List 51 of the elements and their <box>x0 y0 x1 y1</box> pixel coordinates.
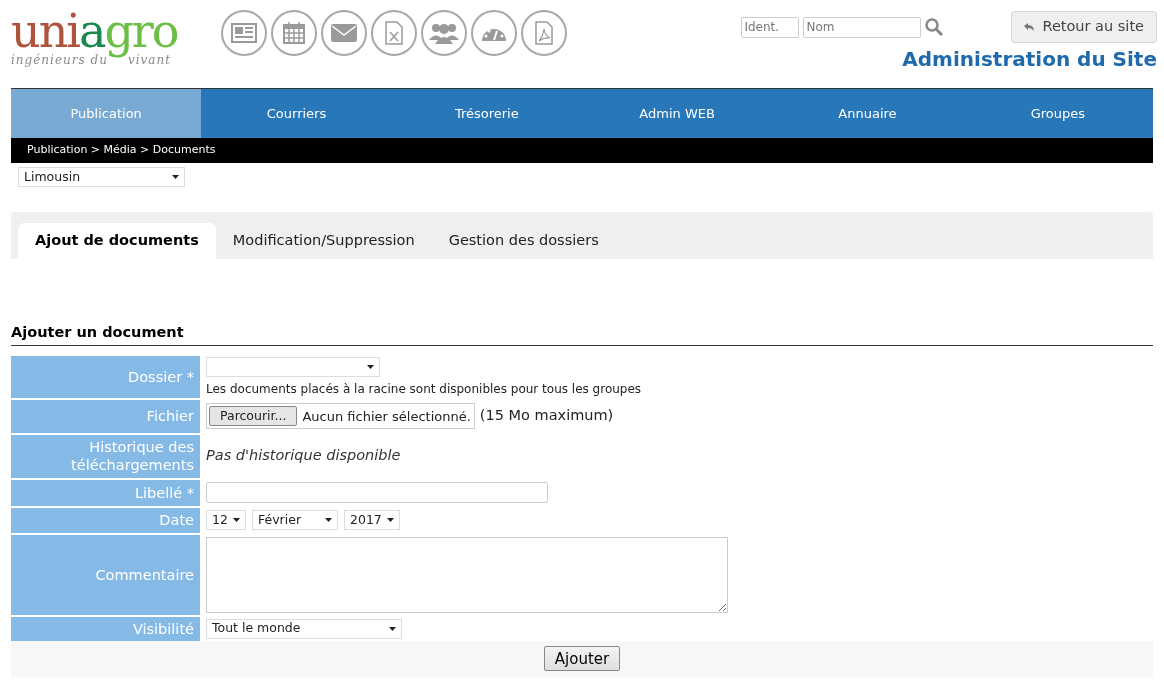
hint-text: Les documents placés à la racine sont disponibles pour tous les groupes <box>206 381 642 399</box>
back-arrow-icon <box>1024 23 1035 31</box>
caret-icon <box>233 518 240 523</box>
pdf-file-icon <box>535 21 553 45</box>
tab[interactable]: Modification/Suppression <box>215 223 432 259</box>
envelope-icon <box>331 24 357 42</box>
year-dropdown[interactable]: 2017 <box>344 510 400 531</box>
toolbar-button[interactable] <box>321 10 367 56</box>
comment-textarea[interactable] <box>206 536 728 613</box>
label-input[interactable] <box>206 482 548 504</box>
region-dropdown[interactable]: Limousin <box>18 167 185 187</box>
newspaper-icon <box>231 23 257 43</box>
toolbar-button[interactable] <box>371 10 417 56</box>
file-input[interactable]: Parcourir... Aucun fichier sélectionné. <box>206 403 475 430</box>
calendar-icon <box>283 22 305 44</box>
toolbar-button[interactable] <box>271 10 317 56</box>
add-button[interactable]: Ajouter <box>543 646 621 672</box>
size-note: (15 Mo maximum) <box>479 406 614 426</box>
search-icon[interactable] <box>925 18 944 36</box>
field-label: Dossier * <box>11 355 200 398</box>
field-label: Historique des téléchargements <box>11 434 200 478</box>
section-title: Ajouter un document <box>11 322 1153 346</box>
caret-icon <box>387 518 394 523</box>
browse-button[interactable]: Parcourir... <box>209 406 298 427</box>
caret-icon <box>389 626 396 631</box>
field-label: Commentaire <box>11 534 200 615</box>
toolbar-button[interactable] <box>421 10 467 56</box>
name-field[interactable]: Nom <box>803 16 922 38</box>
toolbar-button[interactable] <box>521 10 567 56</box>
toolbar-button[interactable] <box>221 10 267 56</box>
site-title: Administration du Site <box>902 46 1157 73</box>
breadcrumb: Publication > Média > Documents <box>27 142 216 159</box>
field-label: Visibilité <box>11 616 200 641</box>
day-dropdown[interactable]: 12 <box>206 510 246 531</box>
file-status: Aucun fichier sélectionné. <box>302 407 471 426</box>
field-label: Libellé * <box>11 479 200 506</box>
history-text: Pas d'historique disponible <box>206 446 401 466</box>
visibility-dropdown[interactable]: Tout le monde <box>206 618 402 639</box>
tab[interactable]: Gestion des dossiers <box>431 223 616 259</box>
ident-field[interactable]: Ident. <box>741 16 800 38</box>
spreadsheet-file-icon <box>385 21 403 45</box>
caret-icon <box>367 365 374 370</box>
field-label: Fichier <box>11 399 200 433</box>
field-label: Date <box>11 507 200 533</box>
caret-icon <box>325 518 332 523</box>
toolbar-button[interactable] <box>471 10 517 56</box>
month-dropdown[interactable]: Février <box>252 510 338 531</box>
users-icon <box>429 22 459 44</box>
tab[interactable]: Ajout de documents <box>18 223 216 259</box>
back-to-site-button[interactable]: Retour au site <box>1011 11 1157 43</box>
caret-icon <box>172 175 179 179</box>
